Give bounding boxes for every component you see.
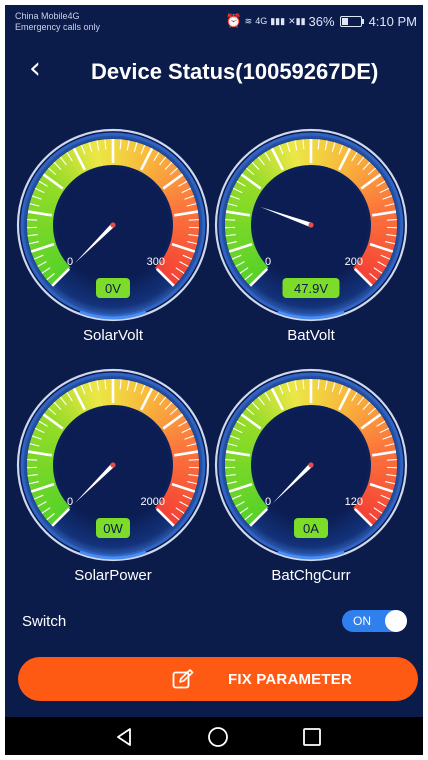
battery-icon [339,15,364,27]
gauge-needle-hub [308,222,314,228]
gauge-min-label: 0 [265,256,271,268]
gauge-minor-tick [386,459,397,461]
back-nav-icon[interactable] [112,725,136,749]
gauge-minor-tick [225,219,236,221]
switch-toggle[interactable]: ON [342,610,407,632]
gauge-min-label: 0 [67,496,73,508]
gauge-minor-tick [27,459,38,461]
alarm-icon: ⏰ [225,13,242,28]
gauge-minor-tick [188,219,199,221]
home-nav-icon[interactable] [206,725,230,749]
gauge-value: 0W [103,521,123,536]
gauge-value: 0A [303,521,319,536]
gauge-value: 47.9V [294,281,328,296]
status-icons: ⏰ ≋ 4G ▮▮▮ ✕▮▮ 36% 4:10 PM [225,13,417,29]
gauge-minor-tick [225,459,236,461]
gauge-minor-tick [386,219,397,221]
gauge-minor-tick [188,459,199,461]
gauge-value: 0V [105,281,121,296]
gauge-bat-chg-curr: 0 120 0A BatChgCurr [213,367,409,584]
fix-parameter-label: FIX PARAMETER [228,671,352,688]
status-bar: China Mobile4G Emergency calls only ⏰ ≋ … [5,5,423,37]
gauge-bat-volt: 0 200 47.9V BatVolt [213,127,409,344]
gauge-max-label: 120 [345,496,363,508]
edit-icon [172,669,194,689]
gauge-minor-tick [27,219,38,221]
gauge-needle-hub [110,222,116,228]
network-type: 4G [255,16,268,26]
gauge-solar-volt: 0 300 0V SolarVolt [15,127,211,344]
page-title: Device Status(10059267DE) [91,59,379,84]
device-screen: China Mobile4G Emergency calls only ⏰ ≋ … [5,5,423,755]
toggle-state: ON [353,614,371,628]
signal-icon: ▮▮▮ [270,15,286,26]
clock: 4:10 PM [368,13,417,29]
gauge-needle-hub [110,462,116,468]
header: ‹ Device Status(10059267DE) [5,53,423,89]
battery-percent: 36% [308,13,335,29]
gauge-name: BatVolt [287,327,335,344]
gauge-name: BatChgCurr [271,567,351,584]
gauge-max-label: 300 [147,256,165,268]
chevron-left-icon[interactable]: ‹ [29,54,59,85]
recents-nav-icon[interactable] [300,725,324,749]
gauge-name: SolarPower [74,567,152,584]
gauge-name: SolarVolt [82,327,144,344]
navigation-bar [5,717,423,755]
wifi-icon: ≋ [244,15,253,26]
carrier-info: China Mobile4G Emergency calls only [15,11,100,33]
gauge-solar-power: 0 2000 0W SolarPower [15,367,211,584]
switch-row: Switch ON [5,605,423,633]
carrier-name: China Mobile4G [15,11,80,21]
emergency-text: Emergency calls only [15,22,101,32]
switch-label: Switch [22,613,67,630]
gauge-min-label: 0 [67,256,73,268]
gauge-max-label: 2000 [141,496,165,508]
toggle-knob [385,610,407,632]
gauge-min-label: 0 [265,496,271,508]
fix-parameter-button[interactable]: FIX PARAMETER [18,657,418,701]
gauge-max-label: 200 [345,256,363,268]
gauge-needle-hub [308,462,314,468]
signal-icon-2: ✕▮▮ [288,15,306,26]
